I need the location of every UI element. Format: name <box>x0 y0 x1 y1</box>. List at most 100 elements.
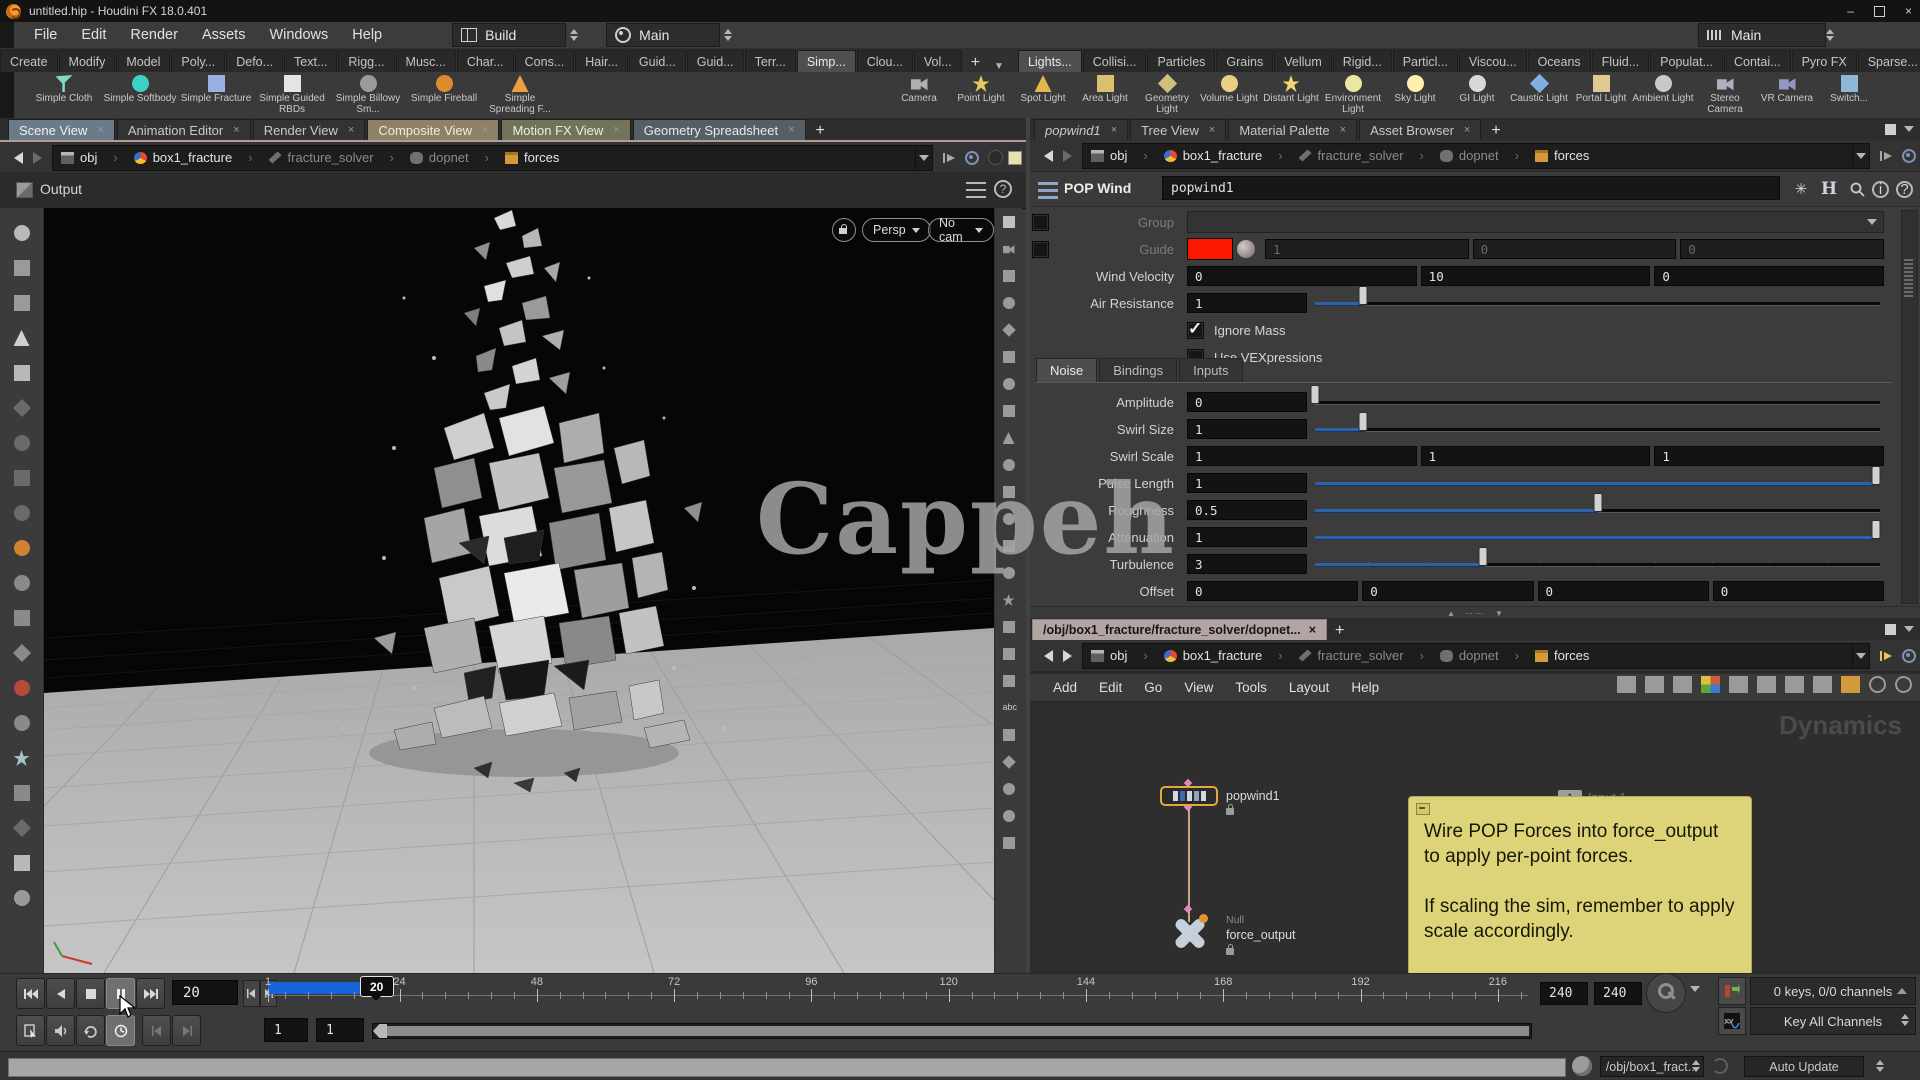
breadcrumb-box1_fracture[interactable]: box1_fracture <box>1156 144 1291 168</box>
param-value-field[interactable]: 3 <box>1187 554 1307 574</box>
shelf-tab-rigid[interactable]: Rigid... <box>1333 50 1392 72</box>
shelf-tool-camera[interactable]: Camera <box>888 72 950 116</box>
network-menu-tools[interactable]: Tools <box>1224 680 1278 695</box>
breadcrumb-forces[interactable]: forces <box>1527 144 1613 168</box>
ghost-icon[interactable] <box>999 779 1019 799</box>
pane-tab-tree-view[interactable]: Tree View× <box>1130 119 1226 140</box>
shelf-tab-pyrofx[interactable]: Pyro FX <box>1792 50 1857 72</box>
handles-icon[interactable] <box>999 833 1019 853</box>
param-value-field[interactable]: 0 <box>1187 581 1358 601</box>
text-overlay-icon[interactable]: abc <box>999 698 1019 718</box>
add-pane-tab-button[interactable]: + <box>1483 122 1508 140</box>
breadcrumb-dopnet[interactable]: dopnet <box>1432 144 1527 168</box>
param-value-field[interactable]: 0.5 <box>1187 500 1307 520</box>
display-options-icon[interactable] <box>999 644 1019 664</box>
pane-menu-arrow-icon[interactable] <box>1904 626 1914 632</box>
maximize-icon[interactable] <box>1874 6 1885 17</box>
memory-brain-icon[interactable] <box>1572 1056 1592 1076</box>
shelf-tab-vellum[interactable]: Vellum <box>1274 50 1332 72</box>
shelf-tab-hair[interactable]: Hair... <box>575 50 628 72</box>
pane-tab-asset-browser[interactable]: Asset Browser× <box>1359 119 1481 140</box>
desktop-spinner[interactable] <box>724 29 732 41</box>
refresh-icon[interactable] <box>1712 1058 1728 1074</box>
shelf-tool-geometry-light[interactable]: Geometry Light <box>1136 72 1198 116</box>
param-value-field[interactable]: 1 <box>1187 293 1307 313</box>
viewport-3d[interactable]: Persp No cam <box>44 208 994 973</box>
pot-tool-icon[interactable] <box>7 778 37 808</box>
node-name-field[interactable]: popwind1 <box>1162 176 1780 200</box>
menu-render[interactable]: Render <box>118 27 190 43</box>
translate-tool-icon[interactable] <box>7 393 37 423</box>
search-icon[interactable] <box>1846 179 1868 199</box>
help-icon[interactable]: ? <box>1896 181 1913 198</box>
path-back-button[interactable] <box>8 149 26 167</box>
param-value-field[interactable]: 0 <box>1538 581 1709 601</box>
snap-point-icon[interactable] <box>999 374 1019 394</box>
param-value-field[interactable]: 1 <box>1654 446 1884 466</box>
path-back-button[interactable] <box>1038 147 1056 165</box>
node-path-spinner[interactable] <box>1692 1060 1700 1072</box>
persp-view-selector[interactable]: Persp <box>862 218 931 242</box>
network-menu-edit[interactable]: Edit <box>1088 680 1133 695</box>
secure-selection-lock-icon[interactable] <box>7 358 37 388</box>
shelf-tool-stereo-camera[interactable]: Stereo Camera <box>1694 72 1756 116</box>
network-canvas[interactable]: Dynamics popwind1 Null force_output 1Inp… <box>1030 702 1920 973</box>
add-pane-tab-button[interactable]: + <box>1327 622 1352 640</box>
param-slider[interactable] <box>1311 419 1884 439</box>
param-slider[interactable] <box>1311 500 1884 520</box>
param-tab-noise[interactable]: Noise <box>1036 358 1097 382</box>
pane-tab-render-view[interactable]: Render View× <box>253 119 366 140</box>
pane-tab-animation-editor[interactable]: Animation Editor× <box>117 119 251 140</box>
shelf-tool-portal-light[interactable]: Portal Light <box>1570 72 1632 116</box>
pane-tab-scene-view[interactable]: Scene View× <box>8 119 115 140</box>
follow-pointer-icon[interactable] <box>16 1015 45 1046</box>
close-icon[interactable]: × <box>233 124 239 136</box>
slider-handle[interactable] <box>1872 520 1881 539</box>
sphere-tool-icon[interactable] <box>7 883 37 913</box>
close-icon[interactable]: × <box>1905 5 1912 17</box>
comb-tool-icon[interactable] <box>7 603 37 633</box>
shelf-tab-lights[interactable]: Lights... <box>1018 50 1082 72</box>
close-icon[interactable]: × <box>1464 124 1470 136</box>
breadcrumb-dopnet[interactable]: dopnet <box>402 146 497 170</box>
param-slider[interactable] <box>1311 527 1884 547</box>
color-palette-grid-icon[interactable] <box>1701 676 1720 693</box>
camera-view-icon[interactable] <box>999 239 1019 259</box>
param-value-field[interactable]: 1 <box>1187 527 1307 547</box>
sticky-minimize-icon[interactable] <box>1416 803 1430 815</box>
node-popwind1[interactable] <box>1160 786 1218 806</box>
scale-tool-icon[interactable] <box>7 463 37 493</box>
slider-handle[interactable] <box>1478 547 1487 566</box>
update-mode-dropdown[interactable]: Auto Update <box>1744 1056 1864 1077</box>
param-value-field[interactable]: 1 <box>1187 419 1307 439</box>
gear-menu-icon[interactable]: ✳ <box>1790 179 1812 199</box>
channel-checkbox[interactable] <box>1032 214 1049 231</box>
shelf-tab-particles[interactable]: Particles <box>1147 50 1215 72</box>
shelf-tool-simple-cloth[interactable]: Simple Cloth <box>26 72 102 116</box>
pin-pane-icon[interactable] <box>943 151 957 165</box>
slider-handle[interactable] <box>1311 385 1320 404</box>
visibility-icon[interactable] <box>1895 676 1912 693</box>
playback-mode-clock-icon[interactable] <box>106 1015 135 1046</box>
network-menu-go[interactable]: Go <box>1133 680 1173 695</box>
sticky-note[interactable]: Wire POP Forces into force_output to app… <box>1408 796 1752 973</box>
slider-handle[interactable] <box>1358 286 1367 305</box>
param-value-field[interactable]: 1 <box>1187 473 1307 493</box>
pin-pane-icon[interactable] <box>1880 649 1894 663</box>
menu-assets[interactable]: Assets <box>190 27 258 43</box>
follow-network-icon[interactable] <box>965 151 979 165</box>
snow-tool-icon[interactable] <box>7 743 37 773</box>
param-value-field[interactable]: 1 <box>1265 239 1469 259</box>
play-reverse-button[interactable] <box>46 978 75 1009</box>
shelf-tool-environment-light[interactable]: Environment Light <box>1322 72 1384 116</box>
frame-subend-field[interactable]: 240 <box>1594 982 1642 1005</box>
shelf-tool-sky-light[interactable]: Sky Light <box>1384 72 1446 116</box>
param-dropdown-field[interactable] <box>1187 211 1884 233</box>
close-icon[interactable]: × <box>1209 124 1215 136</box>
shelf-tool-simple-billowy-sm---[interactable]: Simple Billowy Sm... <box>330 72 406 116</box>
pane-tab-geometry-spreadsheet[interactable]: Geometry Spreadsheet× <box>633 119 806 140</box>
timeline-ruler[interactable]: 12448729612014416819221624020 <box>256 974 1532 1012</box>
key-options-arrow-icon[interactable] <box>1690 986 1700 992</box>
camera-lock-icon[interactable] <box>832 218 856 242</box>
pivot-icon[interactable] <box>999 293 1019 313</box>
